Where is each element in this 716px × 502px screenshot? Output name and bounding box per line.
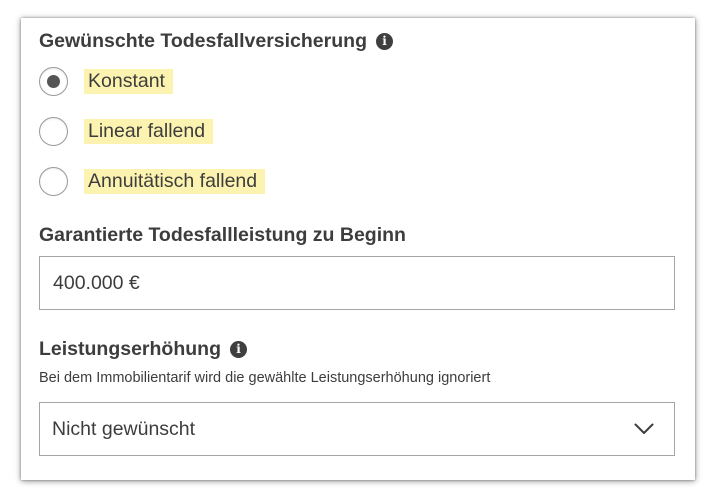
- benefit-increase-title: Leistungserhöhung: [39, 338, 221, 360]
- radio-button-selected[interactable]: [39, 67, 68, 96]
- guaranteed-benefit-input[interactable]: 400.000 €: [39, 256, 675, 310]
- benefit-increase-selected-value: Nicht gewünscht: [52, 417, 196, 440]
- death-benefit-title: Gewünschte Todesfallversicherung: [39, 30, 367, 52]
- radio-label-annuitaetisch-fallend: Annuitätisch fallend: [84, 169, 266, 194]
- death-benefit-heading: Gewünschte Todesfallversicherung i: [39, 30, 393, 53]
- info-icon[interactable]: i: [230, 341, 247, 358]
- radio-option-linear-fallend[interactable]: Linear fallend: [39, 117, 214, 146]
- benefit-increase-heading: Leistungserhöhung i: [39, 338, 247, 361]
- guaranteed-benefit-heading: Garantierte Todesfallleistung zu Beginn: [39, 224, 406, 247]
- radio-button[interactable]: [39, 167, 68, 196]
- radio-option-annuitaetisch-fallend[interactable]: Annuitätisch fallend: [39, 167, 266, 196]
- guaranteed-benefit-value: 400.000 €: [53, 271, 140, 294]
- info-icon[interactable]: i: [375, 33, 393, 50]
- radio-label-linear-fallend: Linear fallend: [84, 119, 214, 144]
- radio-dot: [47, 75, 60, 88]
- benefit-increase-hint: Bei dem Immobilientarif wird die gewählt…: [39, 370, 491, 386]
- benefit-increase-select[interactable]: Nicht gewünscht: [39, 402, 675, 456]
- insurance-form-card: Gewünschte Todesfallversicherung i Konst…: [21, 18, 695, 480]
- guaranteed-benefit-title: Garantierte Todesfallleistung zu Beginn: [39, 224, 406, 246]
- chevron-down-icon: [634, 423, 654, 434]
- radio-label-konstant: Konstant: [84, 69, 173, 94]
- radio-option-konstant[interactable]: Konstant: [39, 67, 173, 96]
- radio-button[interactable]: [39, 117, 68, 146]
